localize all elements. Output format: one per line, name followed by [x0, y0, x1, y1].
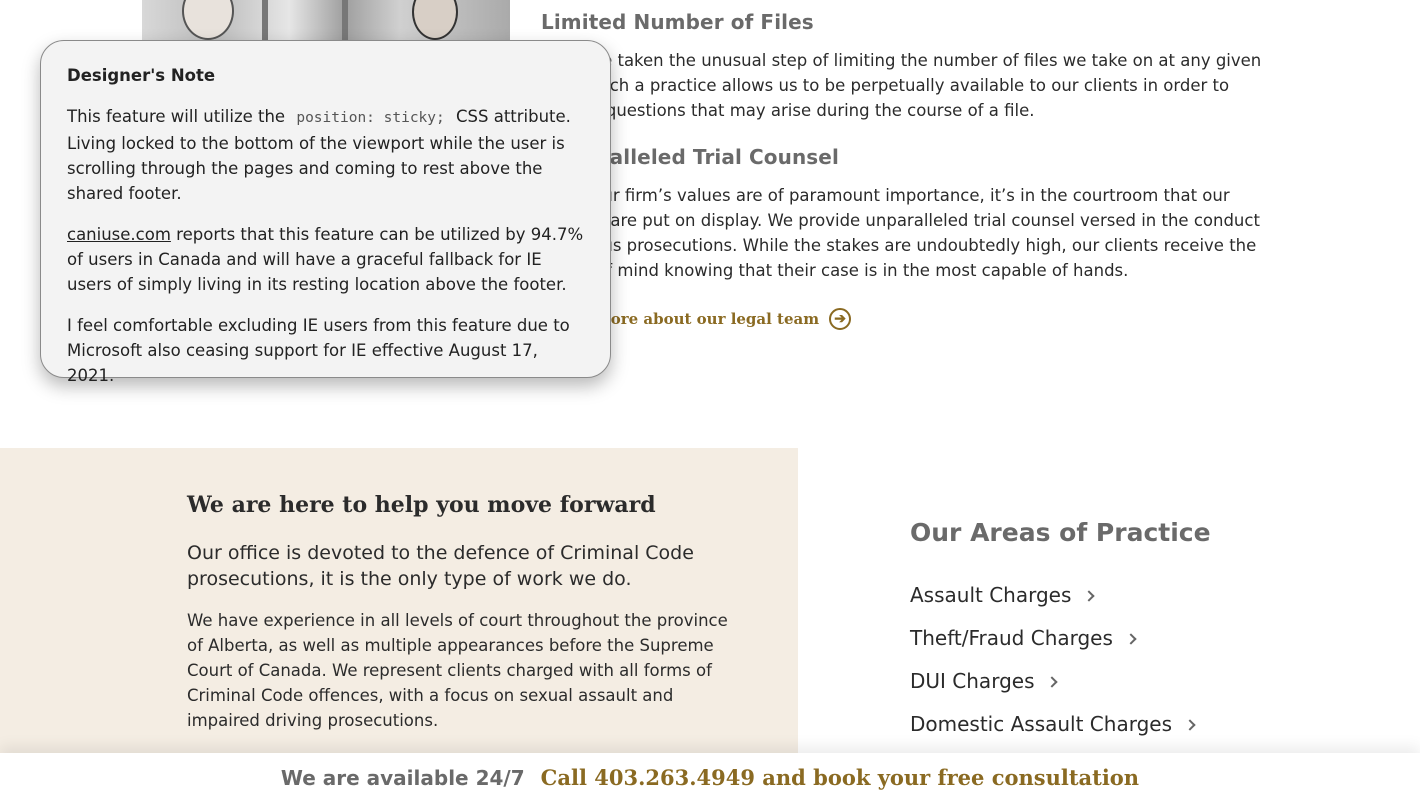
chevron-right-icon — [1125, 632, 1137, 645]
note-paragraph-3: I feel comfortable excluding IE users fr… — [67, 316, 570, 385]
note-p1-before: This feature will utilize the — [67, 107, 286, 126]
note-title: Designer's Note — [67, 66, 216, 85]
section-heading-trial: Unparalleled Trial Counsel — [541, 145, 839, 169]
chevron-right-icon — [1046, 675, 1059, 688]
chevron-right-icon — [1184, 718, 1196, 731]
practice-label: Theft/Fraud Charges — [910, 625, 1113, 650]
photo-person-left — [182, 0, 234, 40]
section-heading-files: Limited Number of Files — [541, 10, 814, 34]
areas-heading: Our Areas of Practice — [910, 518, 1211, 547]
chevron-right-icon — [1083, 589, 1096, 602]
practice-link-domestic-assault[interactable]: Domestic Assault Charges — [910, 702, 1211, 745]
help-panel: We are here to help you move forward Our… — [0, 448, 798, 802]
team-photo — [142, 0, 510, 40]
practice-link-dui[interactable]: DUI Charges — [910, 659, 1211, 702]
practice-label: Domestic Assault Charges — [910, 711, 1172, 736]
help-body: We have experience in all levels of cour… — [187, 611, 728, 730]
availability-text: We are available 24/7 — [280, 765, 525, 790]
firm-values: Limited Number of Files We have taken th… — [541, 10, 1271, 305]
note-paragraph-1: This feature will utilize the position: … — [67, 104, 584, 206]
help-heading: We are here to help you move forward — [187, 492, 656, 518]
sticky-consultation-bar: We are available 24/7 Call 403.263.4949 … — [0, 753, 1420, 802]
call-to-action-link[interactable]: Call 403.263.4949 and book your free con… — [541, 765, 1139, 790]
section-text-files: We have taken the unusual step of limiti… — [541, 51, 1262, 120]
caniuse-link[interactable]: caniuse.com — [67, 225, 171, 244]
photo-column — [342, 0, 348, 40]
practice-link-theft-fraud[interactable]: Theft/Fraud Charges — [910, 616, 1211, 659]
practice-label: DUI Charges — [910, 668, 1035, 693]
help-lead: Our office is devoted to the defence of … — [187, 542, 694, 590]
arrow-right-circle-icon: ➔ — [829, 308, 852, 330]
section-text-trial: While our firm’s values are of paramount… — [541, 186, 1260, 280]
practice-label: Assault Charges — [910, 582, 1072, 607]
note-code: position: sticky; — [296, 110, 445, 126]
note-paragraph-2: caniuse.com reports that this feature ca… — [67, 222, 584, 297]
photo-column — [262, 0, 268, 40]
practice-link-assault[interactable]: Assault Charges — [910, 573, 1211, 616]
photo-person-right — [412, 0, 458, 40]
designers-note: Designer's Note This feature will utiliz… — [40, 40, 611, 385]
areas-of-practice: Our Areas of Practice Assault Charges Th… — [910, 518, 1211, 745]
